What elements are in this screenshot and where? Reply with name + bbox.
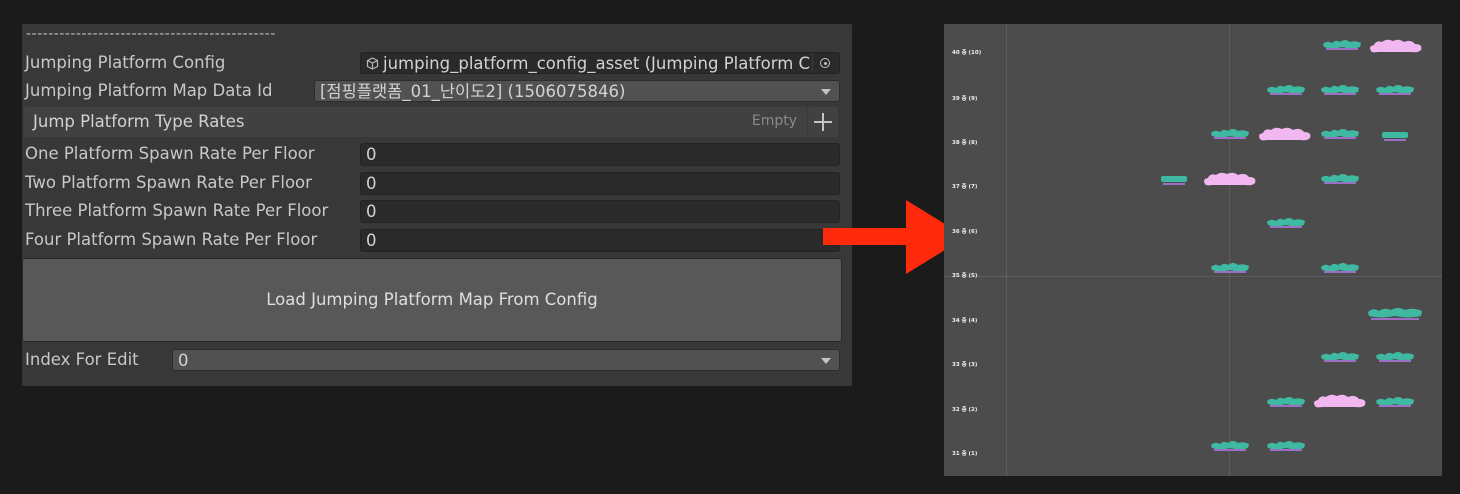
platform-green	[1267, 85, 1305, 95]
map-data-dropdown[interactable]: [점핑플랫폼_01_난이도2] (1506075846)	[314, 80, 840, 102]
spawn-rate-label-4: Four Platform Spawn Rate Per Floor	[25, 230, 318, 249]
scriptable-object-icon	[366, 57, 379, 70]
platform-green	[1211, 441, 1249, 451]
config-object-value: jumping_platform_config_asset (Jumping P…	[383, 54, 811, 73]
floor-label: 35 층 (5)	[952, 273, 978, 279]
platform-long-green	[1368, 308, 1422, 320]
spawn-rate-label-1: One Platform Spawn Rate Per Floor	[25, 144, 315, 163]
platform-green	[1376, 352, 1414, 362]
type-rates-title: Jump Platform Type Rates	[33, 112, 245, 131]
index-for-edit-value: 0	[178, 351, 189, 370]
spawn-rate-value-3: 0	[366, 202, 377, 221]
load-map-button[interactable]: Load Jumping Platform Map From Config	[22, 258, 842, 342]
floor-label: 31 층 (1)	[952, 451, 978, 457]
floor-label: 37 층 (7)	[952, 184, 978, 190]
inspector-panel: ----------------------------------------…	[22, 24, 852, 386]
chevron-down-icon	[821, 358, 831, 364]
grid-line-vertical-center	[1229, 24, 1230, 476]
red-arrow-shaft	[823, 228, 909, 245]
grid-line-vertical	[1006, 24, 1007, 476]
object-picker-dot	[824, 62, 827, 65]
platform-green	[1321, 174, 1359, 184]
chevron-down-icon	[821, 89, 831, 95]
floor-label: 39 층 (9)	[952, 96, 978, 102]
platform-cloud	[1370, 39, 1422, 53]
type-rates-empty-text: Empty	[751, 113, 797, 129]
spawn-rate-value-2: 0	[366, 174, 377, 193]
config-label: Jumping Platform Config	[25, 53, 226, 72]
plus-icon-vertical	[822, 113, 824, 131]
floor-label: 36 층 (6)	[952, 229, 978, 235]
floor-label: 32 층 (2)	[952, 407, 978, 413]
platform-green	[1321, 129, 1359, 139]
floor-label: 34 층 (4)	[952, 318, 978, 324]
grid-line-horizontal	[944, 276, 1442, 277]
add-type-rate-button[interactable]	[808, 107, 838, 137]
map-data-label: Jumping Platform Map Data Id	[25, 81, 273, 100]
platform-small-green	[1382, 132, 1408, 141]
platform-map-preview: 40 층 (10) 39 층 (9) 38 층 (8) 37 층 (7) 36 …	[944, 24, 1442, 476]
platform-green	[1376, 397, 1414, 407]
platform-small-green	[1161, 176, 1187, 185]
spawn-rate-label-3: Three Platform Spawn Rate Per Floor	[25, 201, 329, 220]
platform-green	[1267, 441, 1305, 451]
floor-label: 33 층 (3)	[952, 362, 978, 368]
platform-green	[1321, 352, 1359, 362]
index-for-edit-dropdown[interactable]: 0	[172, 349, 840, 371]
spawn-rate-value-1: 0	[366, 145, 377, 164]
spawn-rate-input-3[interactable]: 0	[360, 200, 840, 223]
spawn-rate-input-1[interactable]: 0	[360, 143, 840, 166]
spawn-rate-input-2[interactable]: 0	[360, 172, 840, 195]
type-rates-list-header[interactable]: Jump Platform Type Rates Empty	[24, 107, 807, 137]
platform-cloud	[1204, 172, 1256, 186]
platform-cloud	[1314, 394, 1366, 408]
platform-green	[1323, 40, 1361, 50]
spawn-rate-label-2: Two Platform Spawn Rate Per Floor	[25, 173, 312, 192]
platform-green	[1211, 129, 1249, 139]
platform-green	[1321, 85, 1359, 95]
spawn-rate-input-4[interactable]: 0	[360, 229, 840, 252]
spawn-rate-value-4: 0	[366, 231, 377, 250]
platform-green	[1321, 263, 1359, 273]
floor-label: 40 층 (10)	[952, 50, 982, 56]
index-for-edit-label: Index For Edit	[25, 350, 139, 369]
config-object-field[interactable]: jumping_platform_config_asset (Jumping P…	[360, 52, 840, 74]
platform-cloud	[1259, 127, 1311, 141]
platform-green	[1267, 218, 1305, 228]
platform-green	[1267, 397, 1305, 407]
platform-green	[1376, 85, 1414, 95]
platform-green	[1211, 263, 1249, 273]
object-picker-button[interactable]	[812, 53, 839, 73]
map-data-value: [점핑플랫폼_01_난이도2] (1506075846)	[320, 82, 626, 101]
floor-label: 38 층 (8)	[952, 140, 978, 146]
separator-line: ----------------------------------------…	[26, 26, 276, 42]
